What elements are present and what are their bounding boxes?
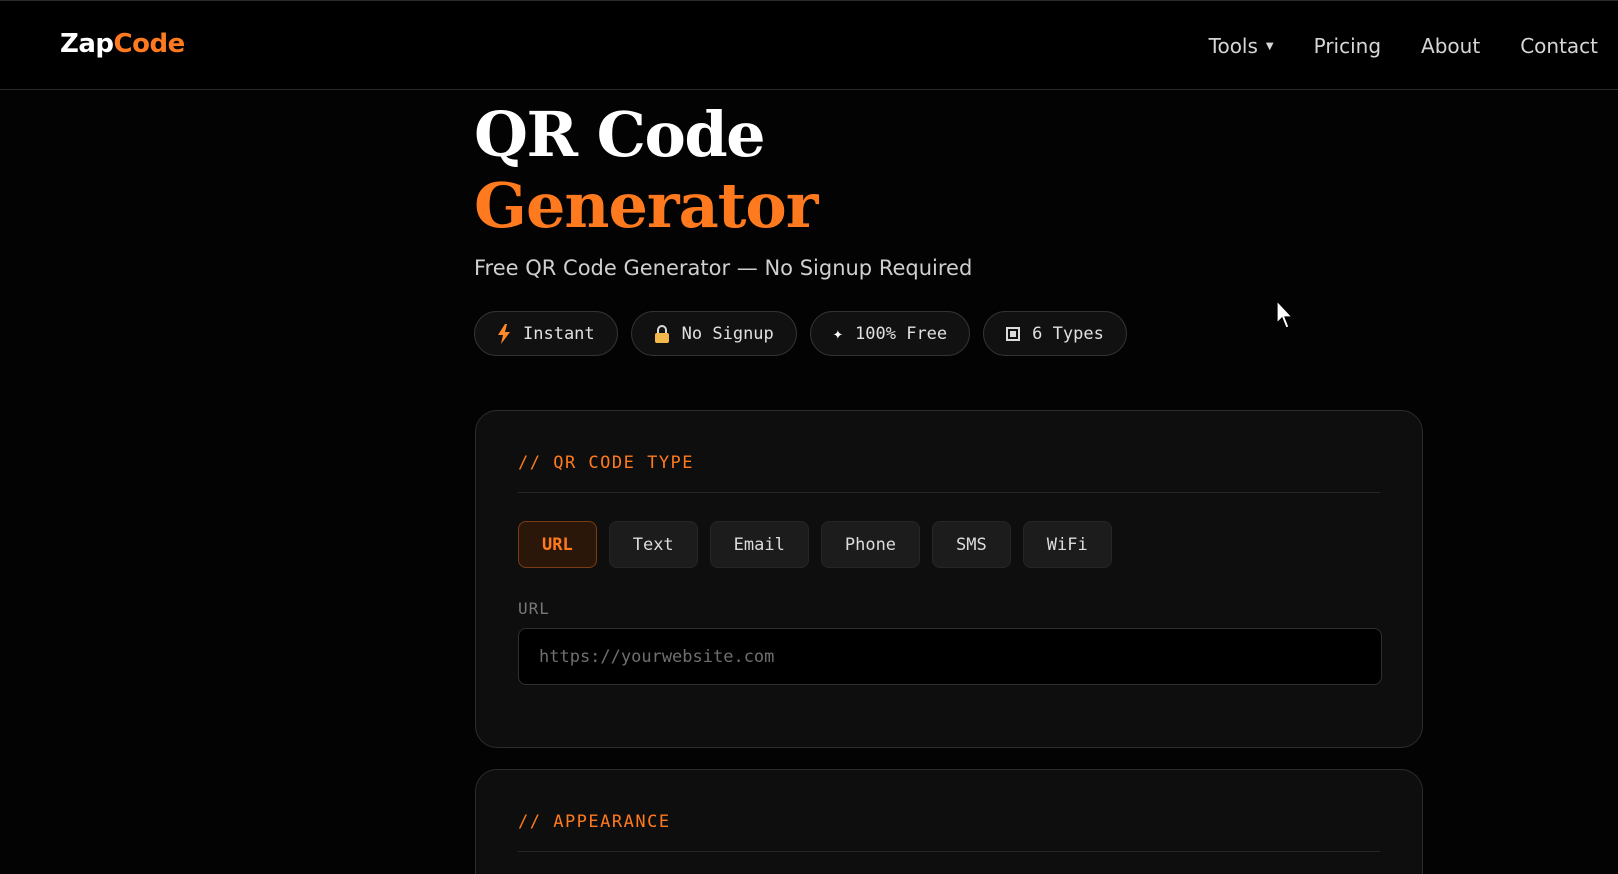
brand-logo[interactable]: ZapCode	[60, 29, 185, 59]
type-button-url[interactable]: URL	[518, 521, 597, 568]
qr-type-card: // QR CODE TYPE URL Text Email Phone SMS…	[475, 410, 1423, 748]
qr-type-heading: // QR CODE TYPE	[518, 453, 695, 473]
url-input[interactable]	[518, 628, 1382, 685]
badge-instant: Instant	[474, 311, 618, 356]
page: ZapCode Tools ▼ Pricing About Contact QR…	[0, 0, 1618, 874]
type-button-wifi[interactable]: WiFi	[1022, 521, 1112, 568]
appearance-card: // APPEARANCE	[475, 769, 1423, 874]
badge-no-signup-label: No Signup	[681, 323, 774, 344]
brand-logo-part1: Zap	[60, 29, 114, 59]
type-button-sms[interactable]: SMS	[932, 521, 1011, 568]
caret-down-icon: ▼	[1265, 40, 1274, 52]
nav-about-label: About	[1421, 34, 1481, 58]
qr-type-selector: URL Text Email Phone SMS WiFi	[518, 521, 1112, 568]
nav-contact[interactable]: Contact	[1520, 34, 1598, 58]
brand-logo-part2: Code	[113, 29, 186, 59]
type-button-email[interactable]: Email	[709, 521, 809, 568]
nav-contact-label: Contact	[1520, 34, 1598, 58]
badge-instant-label: Instant	[523, 323, 595, 344]
badge-free-label: 100% Free	[855, 323, 948, 344]
badge-types: 6 Types	[983, 311, 1127, 356]
url-field-label: URL	[518, 599, 550, 618]
nav-pricing[interactable]: Pricing	[1314, 34, 1381, 58]
mouse-cursor-icon	[1276, 300, 1294, 329]
appearance-heading: // APPEARANCE	[518, 812, 671, 832]
top-navigation-bar: ZapCode Tools ▼ Pricing About Contact	[0, 0, 1618, 90]
hero-subtitle: Free QR Code Generator — No Signup Requi…	[474, 256, 973, 280]
nav-tools[interactable]: Tools ▼	[1209, 34, 1274, 58]
main-nav: Tools ▼ Pricing About Contact	[1209, 34, 1598, 58]
divider	[518, 851, 1380, 852]
lock-icon	[654, 324, 670, 344]
hero-title-line1: QR Code	[474, 98, 766, 171]
type-button-text[interactable]: Text	[608, 521, 698, 568]
hero-title-line2: Generator	[474, 169, 818, 242]
nav-tools-label: Tools	[1208, 34, 1258, 58]
divider	[518, 492, 1380, 493]
bolt-icon	[497, 323, 511, 344]
badge-types-label: 6 Types	[1032, 323, 1104, 344]
type-button-phone[interactable]: Phone	[820, 521, 921, 568]
sparkle-icon: ✦	[832, 323, 844, 344]
badge-free: ✦ 100% Free	[809, 311, 971, 356]
nav-pricing-label: Pricing	[1313, 34, 1382, 58]
feature-badges: Instant No Signup ✦ 100% Free 6 Types	[474, 311, 1127, 356]
badge-no-signup: No Signup	[630, 311, 797, 356]
nav-about[interactable]: About	[1421, 34, 1480, 58]
square-icon	[1006, 326, 1021, 341]
hero-title: QR Code Generator	[474, 98, 818, 242]
